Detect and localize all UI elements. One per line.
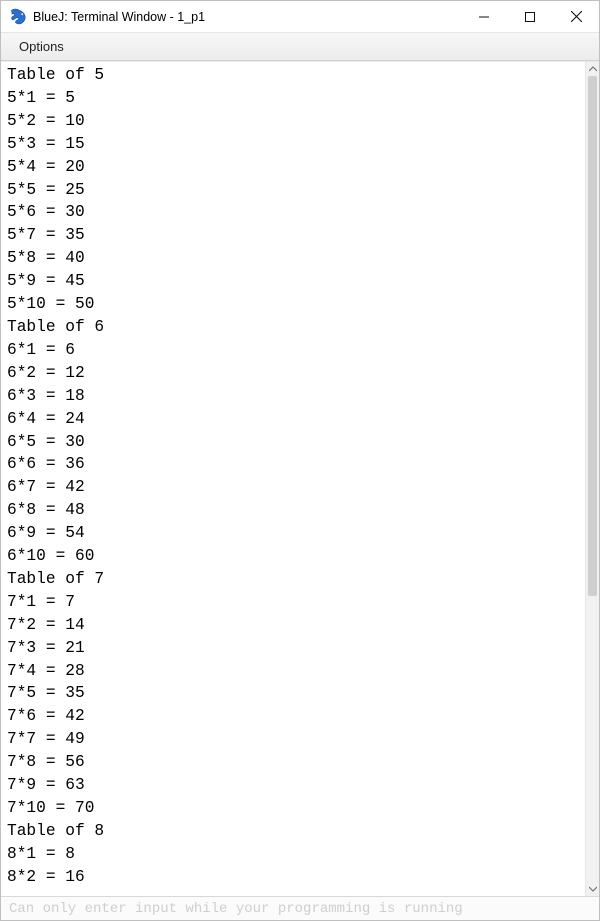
terminal-content-area: Table of 5 5*1 = 5 5*2 = 10 5*3 = 15 5*4… [1, 61, 599, 896]
status-bar: Can only enter input while your programm… [1, 896, 599, 920]
close-icon [571, 11, 582, 22]
menu-options[interactable]: Options [11, 36, 72, 57]
maximize-icon [525, 12, 535, 22]
window-controls [461, 1, 599, 32]
maximize-button[interactable] [507, 1, 553, 32]
menubar: Options [1, 33, 599, 61]
chevron-down-icon [589, 886, 597, 892]
window-title: BlueJ: Terminal Window - 1_p1 [33, 10, 461, 24]
terminal-window: BlueJ: Terminal Window - 1_p1 Options Ta… [0, 0, 600, 921]
scroll-thumb[interactable] [588, 76, 597, 596]
bluej-icon [9, 8, 27, 26]
status-hint: Can only enter input while your programm… [9, 901, 463, 917]
chevron-up-icon [589, 66, 597, 72]
scroll-up-button[interactable] [586, 62, 599, 76]
vertical-scrollbar[interactable] [585, 62, 599, 896]
titlebar[interactable]: BlueJ: Terminal Window - 1_p1 [1, 1, 599, 33]
terminal-output[interactable]: Table of 5 5*1 = 5 5*2 = 10 5*3 = 15 5*4… [1, 62, 585, 896]
minimize-icon [479, 12, 489, 22]
minimize-button[interactable] [461, 1, 507, 32]
close-button[interactable] [553, 1, 599, 32]
scroll-down-button[interactable] [586, 882, 599, 896]
